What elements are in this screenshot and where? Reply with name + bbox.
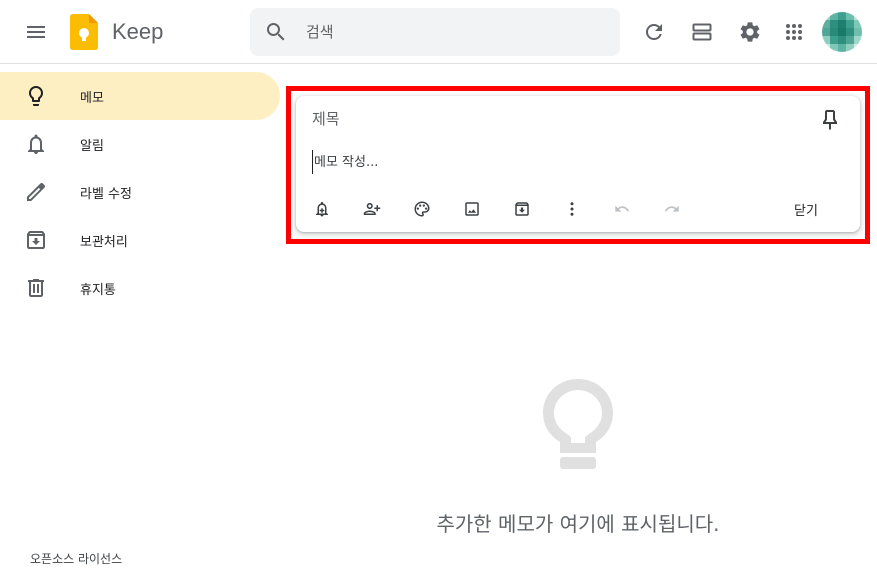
- search-bar[interactable]: [250, 8, 620, 56]
- redo-icon: [665, 205, 679, 212]
- image-icon: [465, 202, 479, 216]
- more-vert-icon: [570, 202, 574, 216]
- undo-button[interactable]: [607, 194, 637, 224]
- note-title-input[interactable]: [312, 106, 792, 132]
- sidebar-item-label: 라벨 수정: [80, 186, 132, 202]
- undo-icon: [615, 205, 629, 212]
- lightbulb-icon: [24, 84, 48, 108]
- apps-grid-icon: [786, 24, 802, 40]
- note-body-input[interactable]: [312, 150, 832, 174]
- list-view-button[interactable]: [682, 12, 722, 52]
- close-note-button[interactable]: 닫기: [774, 194, 838, 224]
- sidebar-item-reminders[interactable]: 알림: [0, 120, 280, 168]
- bell-icon: [24, 132, 48, 156]
- take-note-editor: 닫기: [296, 96, 860, 232]
- google-apps-button[interactable]: [774, 12, 814, 52]
- pin-icon: [823, 110, 837, 130]
- archive-icon: [515, 202, 529, 216]
- pencil-icon: [24, 180, 48, 204]
- archive-icon: [24, 228, 48, 252]
- trash-icon: [24, 276, 48, 300]
- archive-note-button[interactable]: [507, 194, 537, 224]
- settings-button[interactable]: [730, 12, 770, 52]
- background-options-button[interactable]: [407, 194, 437, 224]
- refresh-button[interactable]: [634, 12, 674, 52]
- palette-icon: [414, 201, 430, 217]
- account-avatar[interactable]: [822, 12, 862, 52]
- pin-note-button[interactable]: [814, 104, 846, 136]
- app-title[interactable]: Keep: [112, 19, 163, 45]
- view-agenda-icon: [692, 23, 712, 41]
- add-image-button[interactable]: [457, 194, 487, 224]
- remind-me-button[interactable]: [307, 194, 337, 224]
- gear-icon: [740, 22, 760, 42]
- hamburger-icon: [27, 26, 45, 38]
- top-bar: Keep: [0, 0, 877, 64]
- remind-me-icon: [316, 201, 328, 217]
- search-icon[interactable]: [264, 20, 288, 44]
- open-source-license-link[interactable]: 오픈소스 라이선스: [30, 550, 122, 567]
- sidebar-item-label: 알림: [80, 138, 104, 154]
- sidebar-item-edit-labels[interactable]: 라벨 수정: [0, 168, 280, 216]
- sidebar-item-trash[interactable]: 휴지통: [0, 264, 280, 312]
- empty-state-lightbulb-icon: [538, 375, 618, 485]
- collaborator-button[interactable]: [357, 194, 387, 224]
- main-menu-button[interactable]: [16, 12, 56, 52]
- refresh-icon: [645, 23, 662, 40]
- sidebar-item-label: 메모: [80, 90, 104, 106]
- search-input[interactable]: [306, 8, 606, 56]
- sidebar-item-notes[interactable]: 메모: [0, 72, 280, 120]
- empty-state-message: 추가한 메모가 여기에 표시됩니다.: [436, 512, 720, 536]
- more-options-button[interactable]: [557, 194, 587, 224]
- sidebar-item-label: 보관처리: [80, 234, 128, 250]
- sidebar: 메모 알림 라벨 수정 보관처리 휴지통: [0, 64, 280, 312]
- sidebar-item-archive[interactable]: 보관처리: [0, 216, 280, 264]
- redo-button[interactable]: [657, 194, 687, 224]
- sidebar-item-label: 휴지통: [80, 282, 116, 298]
- collaborator-icon: [363, 203, 381, 215]
- keep-logo-icon: [70, 14, 98, 50]
